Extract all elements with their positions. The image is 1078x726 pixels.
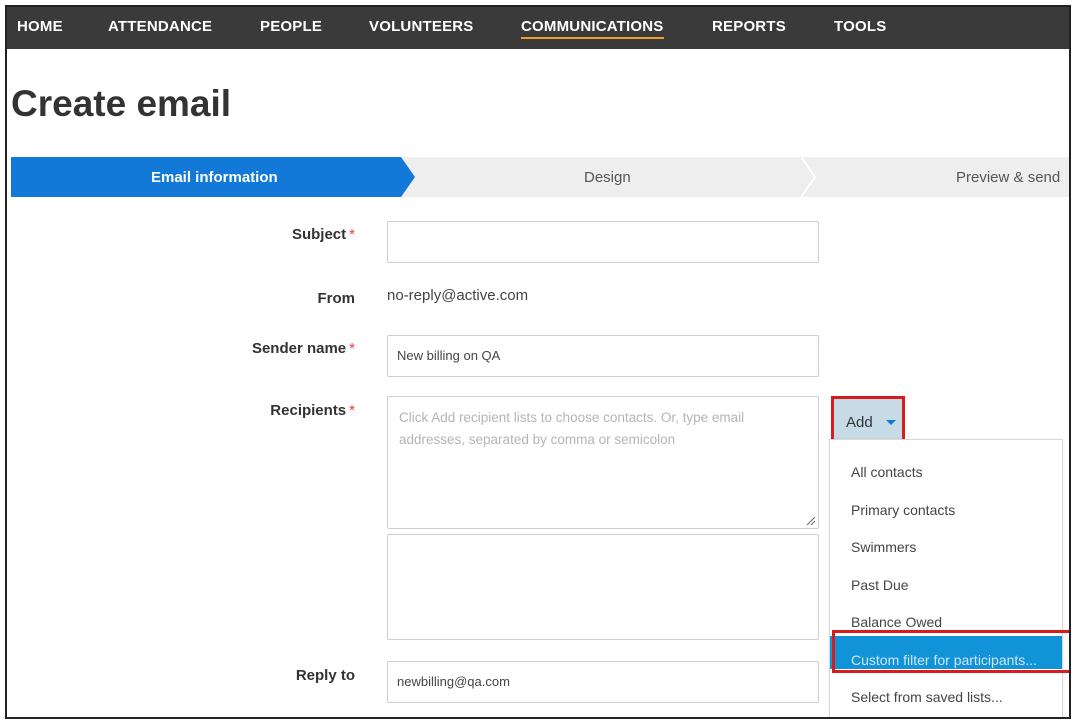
nav-people[interactable]: PEOPLE — [260, 18, 322, 35]
menu-item-select-saved-lists[interactable]: Select from saved lists... — [851, 689, 1003, 705]
add-recipients-button[interactable]: Add — [831, 396, 905, 444]
reply-to-input[interactable]: newbilling@qa.com — [387, 661, 819, 703]
top-navigation: HOME ATTENDANCE PEOPLE VOLUNTEERS COMMUN… — [7, 7, 1069, 49]
add-button-label: Add — [846, 414, 873, 431]
step-separator-chevron — [801, 157, 817, 197]
page-title: Create email — [11, 83, 232, 124]
app-frame: HOME ATTENDANCE PEOPLE VOLUNTEERS COMMUN… — [5, 5, 1071, 719]
wizard-stepper: Email information Design Preview & send — [11, 157, 1069, 197]
required-marker: * — [349, 226, 355, 243]
subject-input[interactable] — [387, 221, 819, 263]
menu-item-all-contacts[interactable]: All contacts — [851, 464, 923, 480]
menu-item-primary-contacts[interactable]: Primary contacts — [851, 502, 955, 518]
step-active-arrow — [401, 157, 415, 197]
caret-down-icon — [886, 420, 896, 425]
required-marker: * — [349, 402, 355, 419]
reply-to-label: Reply to — [295, 667, 355, 684]
sender-name-input[interactable]: New billing on QA — [387, 335, 819, 377]
from-value: no-reply@active.com — [387, 287, 529, 304]
sender-name-label-text: Sender name — [251, 340, 347, 357]
nav-volunteers[interactable]: VOLUNTEERS — [369, 18, 474, 35]
menu-item-swimmers[interactable]: Swimmers — [851, 539, 916, 555]
sender-name-label: Sender name * — [95, 340, 355, 357]
nav-reports[interactable]: REPORTS — [712, 18, 786, 35]
recipients-label: Recipients * — [95, 402, 355, 419]
annotation-highlight-box — [832, 630, 1069, 673]
nav-communications[interactable]: COMMUNICATIONS — [521, 18, 664, 39]
recipients-placeholder: Click Add recipient lists to choose cont… — [399, 410, 745, 447]
recipients-textarea[interactable]: Click Add recipient lists to choose cont… — [387, 396, 819, 529]
from-label: From — [317, 290, 356, 307]
resize-grip-icon[interactable] — [805, 515, 815, 525]
recipients-dropdown-menu: All contacts Primary contacts Swimmers P… — [829, 439, 1063, 717]
step-email-information[interactable]: Email information — [151, 169, 278, 186]
recipients-list-box[interactable] — [387, 534, 819, 640]
nav-home[interactable]: HOME — [17, 18, 63, 35]
menu-item-balance-owed[interactable]: Balance Owed — [851, 614, 942, 630]
nav-attendance[interactable]: ATTENDANCE — [108, 18, 212, 35]
menu-item-past-due[interactable]: Past Due — [851, 577, 909, 593]
nav-tools[interactable]: TOOLS — [834, 18, 886, 35]
step-preview-send[interactable]: Preview & send — [956, 169, 1060, 186]
recipients-label-text: Recipients — [270, 402, 347, 419]
required-marker: * — [349, 340, 355, 357]
subject-label: Subject * — [95, 226, 355, 243]
subject-label-text: Subject — [291, 226, 347, 243]
step-design[interactable]: Design — [584, 169, 631, 186]
